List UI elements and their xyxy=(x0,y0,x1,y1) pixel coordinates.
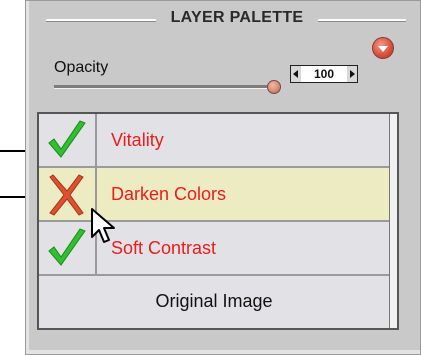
layer-row-vitality[interactable]: Vitality xyxy=(39,114,389,168)
layer-name: Darken Colors xyxy=(111,184,227,204)
layer-name: Soft Contrast xyxy=(111,238,217,258)
layer-palette-panel: LAYER PALETTE Opacity 100 Vitality Darke… xyxy=(25,0,421,355)
increment-arrow-icon[interactable] xyxy=(347,66,357,82)
opacity-value[interactable]: 100 xyxy=(301,67,347,81)
panel-bevel-left xyxy=(26,1,29,354)
visibility-toggle[interactable] xyxy=(39,114,97,166)
collapse-menu-button[interactable] xyxy=(372,37,394,59)
panel-bevel-bottom xyxy=(26,350,420,354)
layer-name: Vitality xyxy=(111,130,164,150)
opacity-slider-track[interactable] xyxy=(54,85,279,89)
checkmark-icon xyxy=(48,228,86,266)
layer-row-original-image[interactable]: Original Image xyxy=(39,276,389,328)
layer-list-scrollbar[interactable] xyxy=(389,114,397,328)
opacity-slider-thumb[interactable] xyxy=(267,80,281,94)
mouse-pointer-icon xyxy=(91,208,115,243)
palette-title: LAYER PALETTE xyxy=(170,9,304,26)
title-rule-left xyxy=(46,19,156,22)
x-mark-icon xyxy=(49,174,84,216)
title-rule-right xyxy=(318,19,406,22)
visibility-toggle[interactable] xyxy=(39,168,97,220)
base-layer-name: Original Image xyxy=(155,291,273,311)
visibility-toggle[interactable] xyxy=(39,222,97,274)
decrement-arrow-icon[interactable] xyxy=(291,66,301,82)
screen: LAYER PALETTE Opacity 100 Vitality Darke… xyxy=(0,0,421,355)
opacity-stepper[interactable]: 100 xyxy=(290,65,358,83)
checkmark-icon xyxy=(48,120,86,158)
opacity-label: Opacity xyxy=(54,59,109,76)
palette-titlebar[interactable]: LAYER PALETTE xyxy=(32,5,418,33)
